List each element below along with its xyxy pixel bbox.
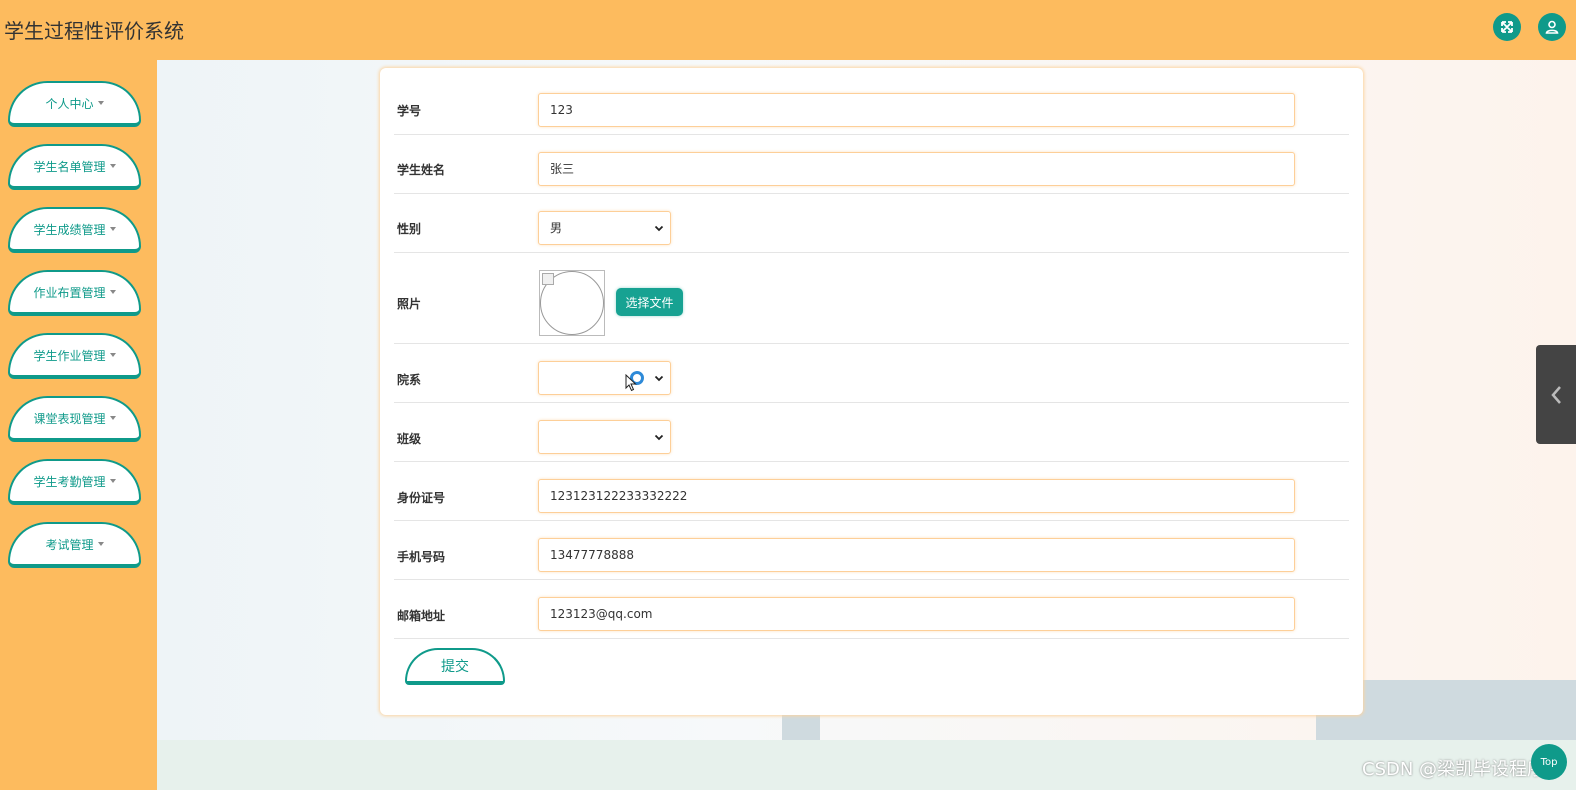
- field-label: 邮箱地址: [397, 609, 446, 623]
- sidebar-item-attendance[interactable]: 学生考勤管理: [8, 459, 141, 505]
- id-card-input[interactable]: 123123122233332222: [538, 479, 1295, 513]
- app-title: 学生过程性评价系统: [4, 19, 184, 43]
- chevron-down-icon: [654, 375, 664, 382]
- field-label: 身份证号: [397, 491, 446, 505]
- chevron-down-icon: [654, 434, 664, 441]
- side-panel-toggle[interactable]: [1536, 345, 1576, 444]
- email-input[interactable]: 123123@qq.com: [538, 597, 1295, 631]
- submit-button[interactable]: 提交: [405, 648, 505, 685]
- field-label: 学号: [397, 104, 422, 118]
- phone-input[interactable]: 13477778888: [538, 538, 1295, 572]
- sidebar-item-label: 考试管理: [45, 537, 94, 552]
- form-row-class: 班级: [394, 403, 1349, 462]
- gender-select[interactable]: 男: [538, 211, 671, 245]
- field-label: 班级: [397, 432, 422, 446]
- user-icon: [1545, 20, 1559, 34]
- form-row-gender: 性别 男: [394, 194, 1349, 253]
- sidebar-item-label: 个人中心: [45, 96, 94, 111]
- sidebar-item-label: 学生成绩管理: [33, 222, 106, 237]
- broken-image-icon: [542, 273, 554, 285]
- sidebar-item-exams[interactable]: 考试管理: [8, 522, 141, 568]
- sidebar-item-label: 学生作业管理: [33, 348, 106, 363]
- chevron-left-icon: [1551, 385, 1561, 404]
- sidebar-item-student-list[interactable]: 学生名单管理: [8, 144, 141, 190]
- form-row-department: 院系: [394, 344, 1349, 403]
- fullscreen-button[interactable]: [1493, 13, 1521, 41]
- sidebar-item-student-assignments[interactable]: 学生作业管理: [8, 333, 141, 379]
- sidebar-item-label: 学生考勤管理: [33, 474, 106, 489]
- caret-down-icon: [109, 416, 116, 420]
- sidebar-item-assignment-setup[interactable]: 作业布置管理: [8, 270, 141, 316]
- mouse-cursor-icon: [625, 374, 637, 392]
- chevron-down-icon: [654, 225, 664, 232]
- sidebar-item-classroom-performance[interactable]: 课堂表现管理: [8, 396, 141, 442]
- sidebar-item-label: 学生名单管理: [33, 159, 106, 174]
- form-row-student-id: 学号 123: [394, 88, 1349, 135]
- field-label: 学生姓名: [397, 163, 446, 177]
- form-row-student-name: 学生姓名 张三: [394, 135, 1349, 194]
- sidebar-item-personal-center[interactable]: 个人中心: [8, 81, 141, 127]
- caret-down-icon: [109, 290, 116, 294]
- watermark: CSDN @梁凯毕设程序: [1362, 759, 1546, 780]
- caret-down-icon: [109, 479, 116, 483]
- caret-down-icon: [109, 164, 116, 168]
- form-row-id-card: 身份证号 123123122233332222: [394, 462, 1349, 521]
- expand-arrows-icon: [1501, 21, 1513, 33]
- field-label: 手机号码: [397, 550, 446, 564]
- caret-down-icon: [97, 542, 104, 546]
- gender-select-value: 男: [550, 221, 563, 235]
- back-to-top-button[interactable]: Top: [1531, 744, 1567, 780]
- caret-down-icon: [97, 101, 104, 105]
- top-bar: 学生过程性评价系统: [0, 0, 1576, 60]
- sidebar-item-grades[interactable]: 学生成绩管理: [8, 207, 141, 253]
- form-row-email: 邮箱地址 123123@qq.com: [394, 580, 1349, 639]
- department-select[interactable]: [538, 361, 671, 395]
- sidebar: 个人中心 学生名单管理 学生成绩管理 作业布置管理 学生作业管理 课堂表现管理 …: [0, 60, 157, 790]
- caret-down-icon: [109, 227, 116, 231]
- caret-down-icon: [109, 353, 116, 357]
- class-select[interactable]: [538, 420, 671, 454]
- photo-preview: [539, 270, 605, 336]
- field-label: 照片: [397, 297, 422, 311]
- field-label: 性别: [397, 222, 422, 236]
- sidebar-item-label: 课堂表现管理: [33, 411, 106, 426]
- student-id-input[interactable]: 123: [538, 93, 1295, 127]
- user-button[interactable]: [1538, 13, 1566, 41]
- profile-form-card: 学号 123 学生姓名 张三 性别 男 照片 选择文件 院系 班级 身份证号 1…: [380, 68, 1363, 715]
- student-name-input[interactable]: 张三: [538, 152, 1295, 186]
- field-label: 院系: [397, 373, 422, 387]
- form-row-photo: 照片 选择文件: [394, 253, 1349, 344]
- form-row-phone: 手机号码 13477778888: [394, 521, 1349, 580]
- choose-file-button[interactable]: 选择文件: [616, 288, 683, 316]
- sidebar-item-label: 作业布置管理: [33, 285, 106, 300]
